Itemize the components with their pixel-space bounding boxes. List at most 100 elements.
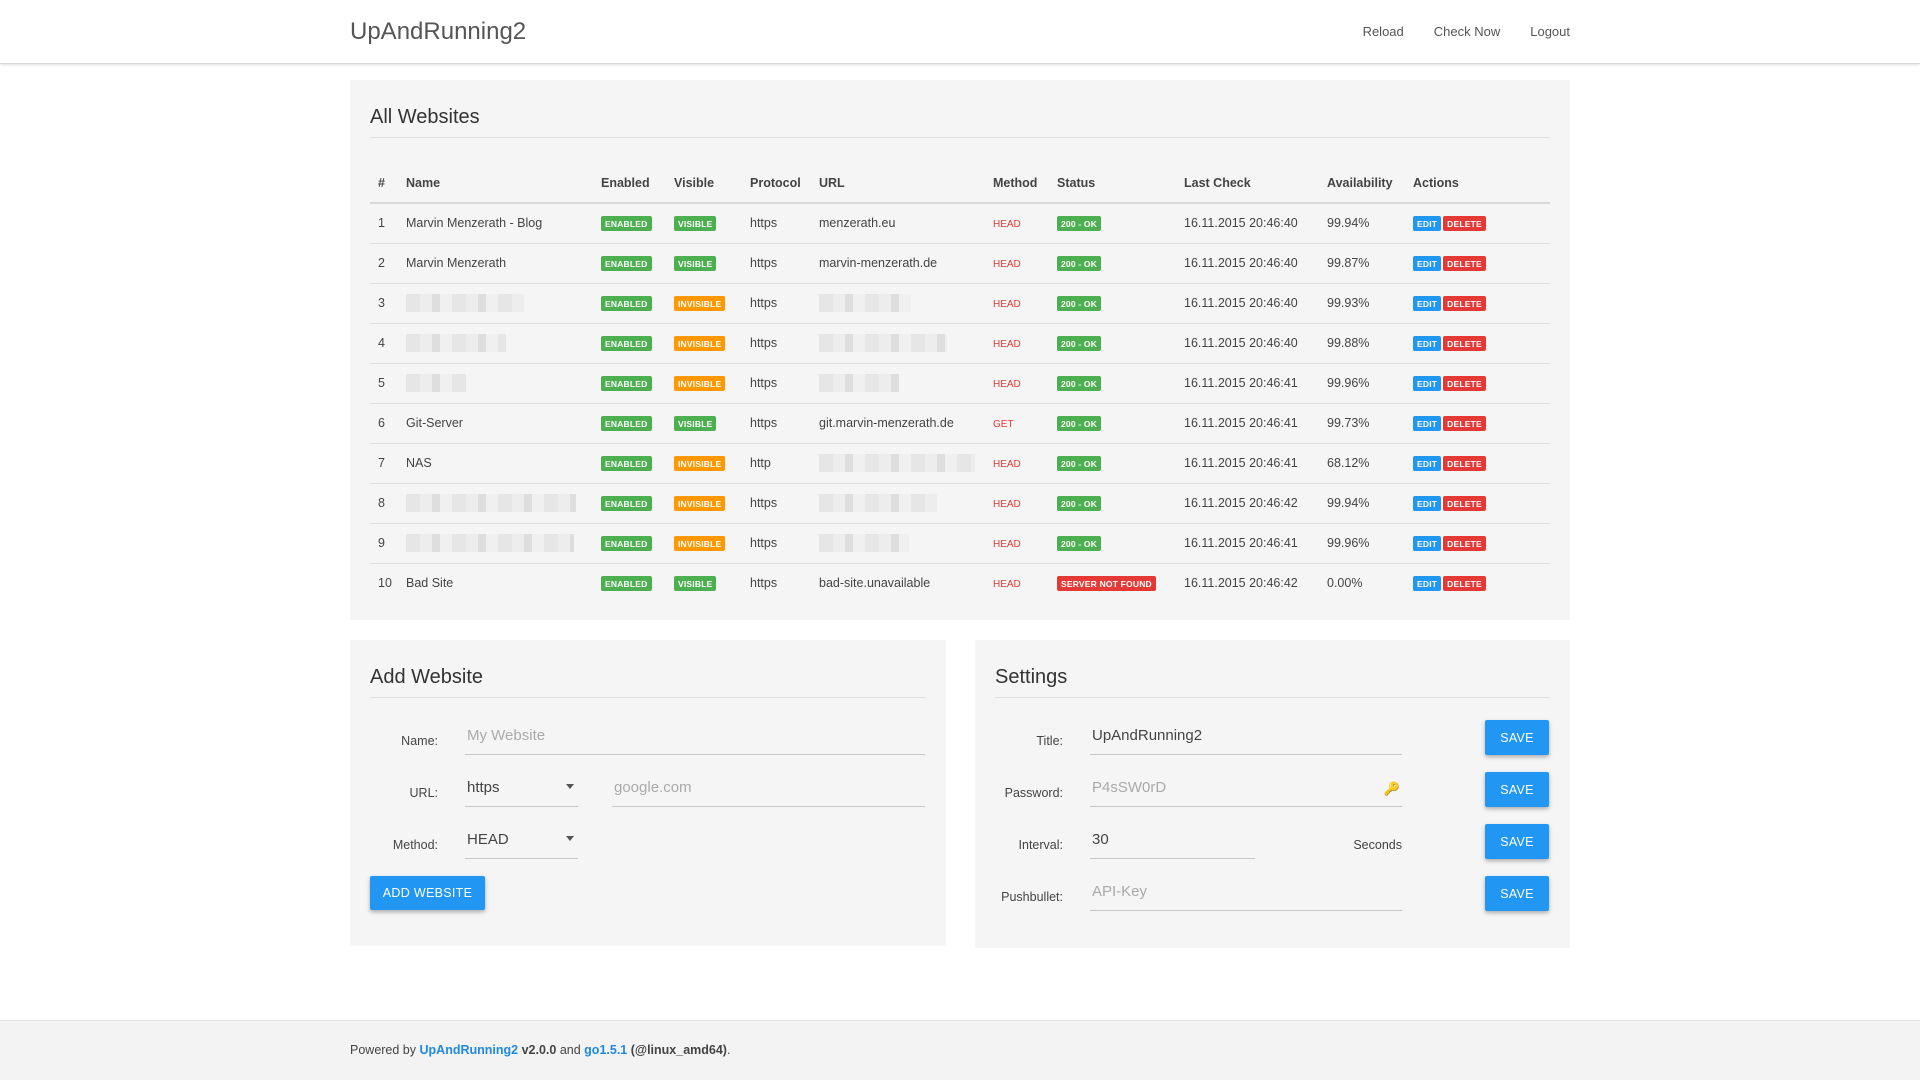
go-link[interactable]: go1.5.1	[584, 1043, 627, 1057]
delete-button[interactable]: DELETE	[1443, 535, 1486, 551]
add-website-title: Add Website	[370, 666, 926, 698]
delete-button[interactable]: DELETE	[1443, 495, 1486, 511]
visible-cell: VISIBLE	[670, 243, 746, 284]
edit-button[interactable]: EDIT	[1413, 335, 1442, 351]
delete-button[interactable]: DELETE	[1443, 255, 1486, 271]
method-label: HEAD	[993, 499, 1021, 510]
actions-cell: EDIT DELETE	[1409, 323, 1550, 364]
actions-cell: EDIT DELETE	[1409, 243, 1550, 284]
edit-button[interactable]: EDIT	[1413, 255, 1442, 271]
edit-button[interactable]: EDIT	[1413, 535, 1442, 551]
logout-link[interactable]: Logout	[1530, 24, 1570, 39]
col-protocol: Protocol	[746, 163, 815, 204]
reload-link[interactable]: Reload	[1363, 24, 1404, 39]
url-cell	[815, 283, 989, 324]
enabled-badge: ENABLED	[601, 215, 652, 231]
enabled-badge: ENABLED	[601, 255, 652, 271]
delete-button[interactable]: DELETE	[1443, 375, 1486, 391]
last-check-cell: 16.11.2015 20:46:42	[1184, 576, 1298, 591]
visible-cell: VISIBLE	[670, 563, 746, 603]
table-row: 7 NAS ENABLED INVISIBLE http HEAD 200 - OK 16.1…	[370, 443, 1550, 484]
website-url-input[interactable]: google.com	[612, 769, 925, 807]
last-check-cell: 16.11.2015 20:46:41	[1180, 363, 1323, 404]
password-input[interactable]: P4sSW0rD 🔑	[1090, 769, 1402, 807]
app-version: v2.0.0	[521, 1043, 557, 1057]
password-label: Password:	[1004, 786, 1063, 800]
method-cell: HEAD	[989, 283, 1053, 324]
app-link[interactable]: UpAndRunning2	[420, 1043, 519, 1057]
delete-button[interactable]: DELETE	[1443, 575, 1486, 591]
method-label: HEAD	[993, 579, 1021, 591]
protocol-value: https	[467, 779, 500, 796]
save-pushbullet-button[interactable]: SAVE	[1485, 876, 1549, 911]
delete-button[interactable]: DELETE	[1443, 335, 1486, 351]
edit-button[interactable]: EDIT	[1413, 415, 1442, 431]
protocol-cell: https	[746, 363, 815, 404]
status-badge: 200 - OK	[1057, 215, 1102, 231]
availability-cell: 99.93%	[1323, 283, 1409, 324]
table-row: 3 ENABLED INVISIBLE https HEAD 200 - OK 16.11.…	[370, 283, 1550, 324]
pushbullet-input[interactable]: API-Key	[1090, 873, 1402, 911]
edit-button[interactable]: EDIT	[1413, 575, 1442, 591]
save-password-button[interactable]: SAVE	[1485, 772, 1549, 807]
method-cell: HEAD	[989, 483, 1053, 524]
protocol-select[interactable]: https	[465, 769, 578, 807]
last-check-cell: 16.11.2015 20:46:40	[1180, 203, 1323, 244]
table-row: 1 Marvin Menzerath - Blog ENABLED VISIBLE ht…	[370, 203, 1550, 244]
delete-button[interactable]: DELETE	[1443, 415, 1486, 431]
status-badge: 200 - OK	[1057, 495, 1102, 511]
edit-button[interactable]: EDIT	[1413, 295, 1442, 311]
save-title-button[interactable]: SAVE	[1485, 720, 1549, 755]
settings-panel: Settings Title: UpAndRunning2 SAVE Passw…	[975, 640, 1570, 948]
method-cell: HEAD	[989, 523, 1053, 564]
save-interval-button[interactable]: SAVE	[1485, 824, 1549, 859]
protocol-cell: https	[746, 243, 815, 284]
status-cell: 200 - OK	[1053, 443, 1180, 484]
websites-title: All Websites	[370, 106, 1550, 138]
visible-cell: INVISIBLE	[670, 523, 746, 564]
enabled-badge: ENABLED	[601, 335, 652, 351]
check-now-link[interactable]: Check Now	[1434, 24, 1500, 39]
interval-input[interactable]: 30	[1090, 821, 1255, 859]
url-cell	[815, 443, 989, 484]
row-number: 9	[370, 523, 402, 564]
actions-cell: EDIT DELETE	[1409, 443, 1550, 484]
method-label: HEAD	[993, 379, 1021, 390]
enabled-cell: ENABLED	[597, 363, 670, 404]
edit-button[interactable]: EDIT	[1413, 375, 1442, 391]
col-name: Name	[402, 163, 597, 204]
enabled-cell: ENABLED	[597, 403, 670, 444]
visible-badge: INVISIBLE	[674, 295, 726, 311]
enabled-cell: ENABLED	[597, 523, 670, 564]
visible-cell: INVISIBLE	[670, 443, 746, 484]
edit-button[interactable]: EDIT	[1413, 455, 1442, 471]
last-check-cell: 16.11.2015 20:46:40	[1180, 283, 1323, 324]
method-cell: HEAD	[989, 323, 1053, 364]
edit-button[interactable]: EDIT	[1413, 215, 1442, 231]
redacted-url	[819, 334, 947, 352]
enabled-cell: ENABLED	[597, 323, 670, 364]
row-number: 7	[370, 443, 402, 484]
delete-button[interactable]: DELETE	[1443, 295, 1486, 311]
status-badge: SERVER NOT FOUND	[1057, 575, 1156, 591]
visible-cell: VISIBLE	[670, 403, 746, 444]
protocol-cell: https	[746, 523, 815, 564]
table-row: 5 ENABLED INVISIBLE https HEAD 200 - OK 16.11.…	[370, 363, 1550, 404]
method-select[interactable]: HEAD	[465, 821, 578, 859]
brand-title[interactable]: UpAndRunning2	[350, 18, 526, 46]
title-input[interactable]: UpAndRunning2	[1090, 717, 1402, 755]
delete-button[interactable]: DELETE	[1443, 455, 1486, 471]
method-label: HEAD	[993, 299, 1021, 310]
key-icon[interactable]: 🔑	[1384, 781, 1400, 797]
redacted-name	[406, 534, 574, 552]
website-name-input[interactable]: My Website	[465, 717, 925, 755]
delete-button[interactable]: DELETE	[1443, 215, 1486, 231]
visible-badge: INVISIBLE	[674, 535, 726, 551]
last-check-cell: 16.11.2015 20:46:40	[1180, 323, 1323, 364]
redacted-url	[819, 374, 899, 392]
add-website-button[interactable]: ADD WEBSITE	[370, 876, 485, 910]
availability-cell: 99.87%	[1323, 243, 1409, 284]
edit-button[interactable]: EDIT	[1413, 495, 1442, 511]
nav-links: Reload Check Now Logout	[1363, 24, 1570, 39]
enabled-cell: ENABLED	[597, 483, 670, 524]
